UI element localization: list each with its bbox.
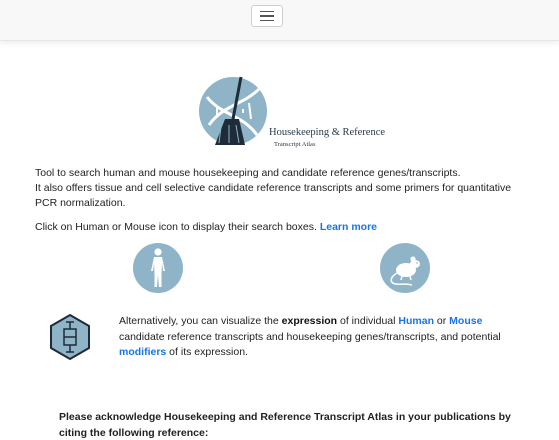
- hexagon-boxplot-icon[interactable]: [49, 313, 91, 361]
- acknowledgement-text: Please acknowledge Housekeeping and Refe…: [59, 411, 511, 439]
- mouse-icon: [390, 256, 420, 286]
- modifiers-link[interactable]: modifiers: [119, 346, 166, 358]
- instruction-label: Click on Human or Mouse icon to display …: [35, 221, 317, 233]
- human-body-icon: [151, 248, 165, 287]
- learn-more-link[interactable]: Learn more: [320, 221, 377, 233]
- mouse-search-button[interactable]: [380, 243, 430, 293]
- intro-line-2: It also offers tissue and cell selective…: [35, 182, 512, 209]
- hamburger-menu-button[interactable]: [251, 5, 283, 27]
- broom-dna-logo-icon: [199, 76, 267, 145]
- alt-text-4: candidate reference transcripts and hous…: [119, 330, 501, 343]
- alt-text-5: of its expression.: [166, 346, 248, 358]
- logo-title: Housekeeping & Reference: [269, 127, 386, 138]
- intro-line-1: Tool to search human and mouse housekeep…: [35, 167, 461, 179]
- menu-bar-line: [260, 15, 274, 17]
- menu-bar-line: [260, 10, 274, 13]
- top-navbar: [0, 0, 559, 41]
- site-logo: Housekeeping & Reference Transcript Atla…: [199, 75, 385, 150]
- human-search-button[interactable]: [133, 243, 183, 293]
- alt-text-2: of individual: [337, 315, 399, 327]
- menu-bar-line: [260, 19, 274, 22]
- logo-subtitle: Transcript Atlas: [274, 141, 316, 148]
- instruction-text: Click on Human or Mouse icon to display …: [35, 220, 535, 235]
- mouse-expression-link[interactable]: Mouse: [449, 315, 482, 327]
- alt-text-3: or: [433, 315, 450, 327]
- alt-text-1: Alternatively, you can visualize the: [119, 315, 282, 327]
- human-expression-link[interactable]: Human: [398, 315, 434, 327]
- alternative-visualization-text: Alternatively, you can visualize the exp…: [119, 314, 519, 361]
- expression-term: expression: [281, 315, 338, 327]
